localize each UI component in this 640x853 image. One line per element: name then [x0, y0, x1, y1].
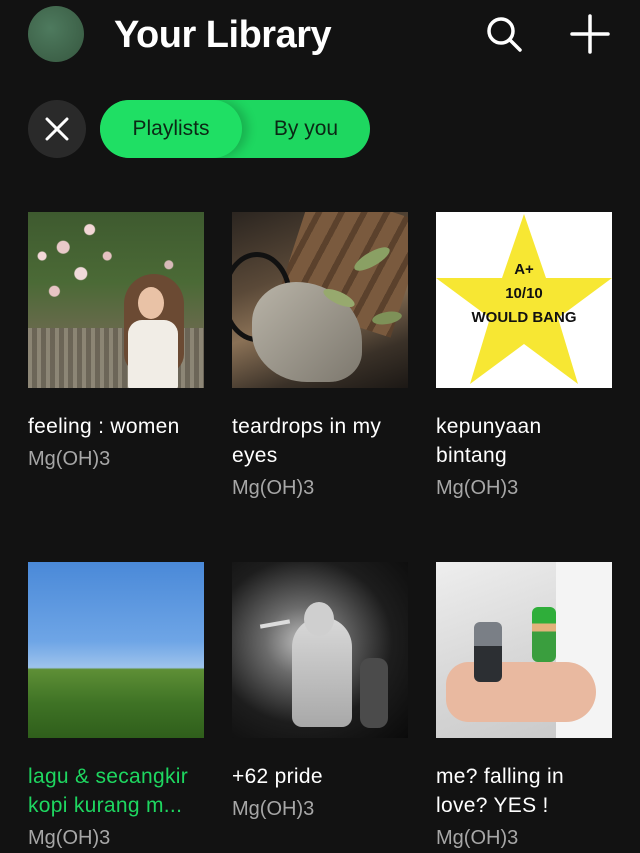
playlist-cover-image: [28, 212, 204, 388]
playlist-cover-image: [28, 562, 204, 738]
playlist-owner: Mg(OH)3: [436, 477, 519, 499]
profile-avatar[interactable]: [28, 6, 84, 62]
cover-star-text: A+ 10/10 WOULD BANG: [436, 258, 612, 330]
playlist-title: kepunyaan bintang: [436, 415, 542, 467]
playlist-owner: Mg(OH)3: [28, 448, 111, 470]
playlist-card-lagu-secangkir[interactable]: lagu & secangkir kopi kurang m... Mg(OH)…: [28, 562, 204, 850]
filter-bar: Playlists By you: [0, 98, 640, 160]
playlist-card-me-falling-in-love[interactable]: me? falling in love? YES ! Mg(OH)3: [436, 562, 612, 850]
search-button[interactable]: [482, 12, 526, 56]
playlist-card-62-pride[interactable]: +62 pride Mg(OH)3: [232, 562, 408, 821]
cover-text-line: WOULD BANG: [471, 309, 577, 326]
cover-face-shape: [138, 287, 164, 319]
cover-dress-shape: [128, 320, 178, 388]
cover-mic-shape: [259, 619, 291, 629]
playlist-owner: Mg(OH)3: [28, 827, 111, 849]
cover-text-line: A+: [514, 261, 534, 278]
playlist-cover-image: A+ 10/10 WOULD BANG: [436, 212, 612, 388]
playlists-filter-chip[interactable]: Playlists: [100, 100, 242, 158]
playlist-title: me? falling in love? YES !: [436, 765, 564, 817]
add-button[interactable]: [568, 12, 612, 56]
cover-hand-shape: [446, 662, 596, 722]
cover-side-figure-shape: [360, 658, 388, 728]
playlist-cover-image: [232, 212, 408, 388]
close-icon: [45, 117, 69, 141]
playlist-title: lagu & secangkir kopi kurang m...: [28, 765, 189, 817]
library-header: Your Library: [0, 0, 640, 80]
playlist-owner: Mg(OH)3: [232, 477, 315, 499]
playlist-cover-image: [232, 562, 408, 738]
playlist-title: +62 pride: [232, 765, 323, 788]
search-icon: [487, 17, 522, 52]
playlist-card-kepunyaan-bintang[interactable]: A+ 10/10 WOULD BANG kepunyaan bintang Mg…: [436, 212, 612, 500]
plus-icon: [570, 14, 610, 54]
by-you-filter-chip[interactable]: By you: [242, 100, 370, 158]
cover-text-line: 10/10: [505, 285, 543, 302]
cover-lego-figure-shape: [532, 607, 556, 662]
playlist-card-teardrops[interactable]: teardrops in my eyes Mg(OH)3: [232, 212, 408, 500]
playlist-owner: Mg(OH)3: [232, 798, 315, 820]
playlist-card-feeling-women[interactable]: feeling : women Mg(OH)3: [28, 212, 204, 471]
playlist-title: teardrops in my eyes: [232, 415, 382, 467]
filter-chip-group: Playlists By you: [100, 100, 370, 158]
page-title: Your Library: [114, 14, 332, 56]
cover-lego-figure-shape: [474, 622, 502, 682]
playlist-owner: Mg(OH)3: [436, 827, 519, 849]
playlist-title: feeling : women: [28, 415, 180, 438]
cover-head-shape: [304, 602, 334, 636]
clear-filters-button[interactable]: [28, 100, 86, 158]
playlist-cover-image: [436, 562, 612, 738]
